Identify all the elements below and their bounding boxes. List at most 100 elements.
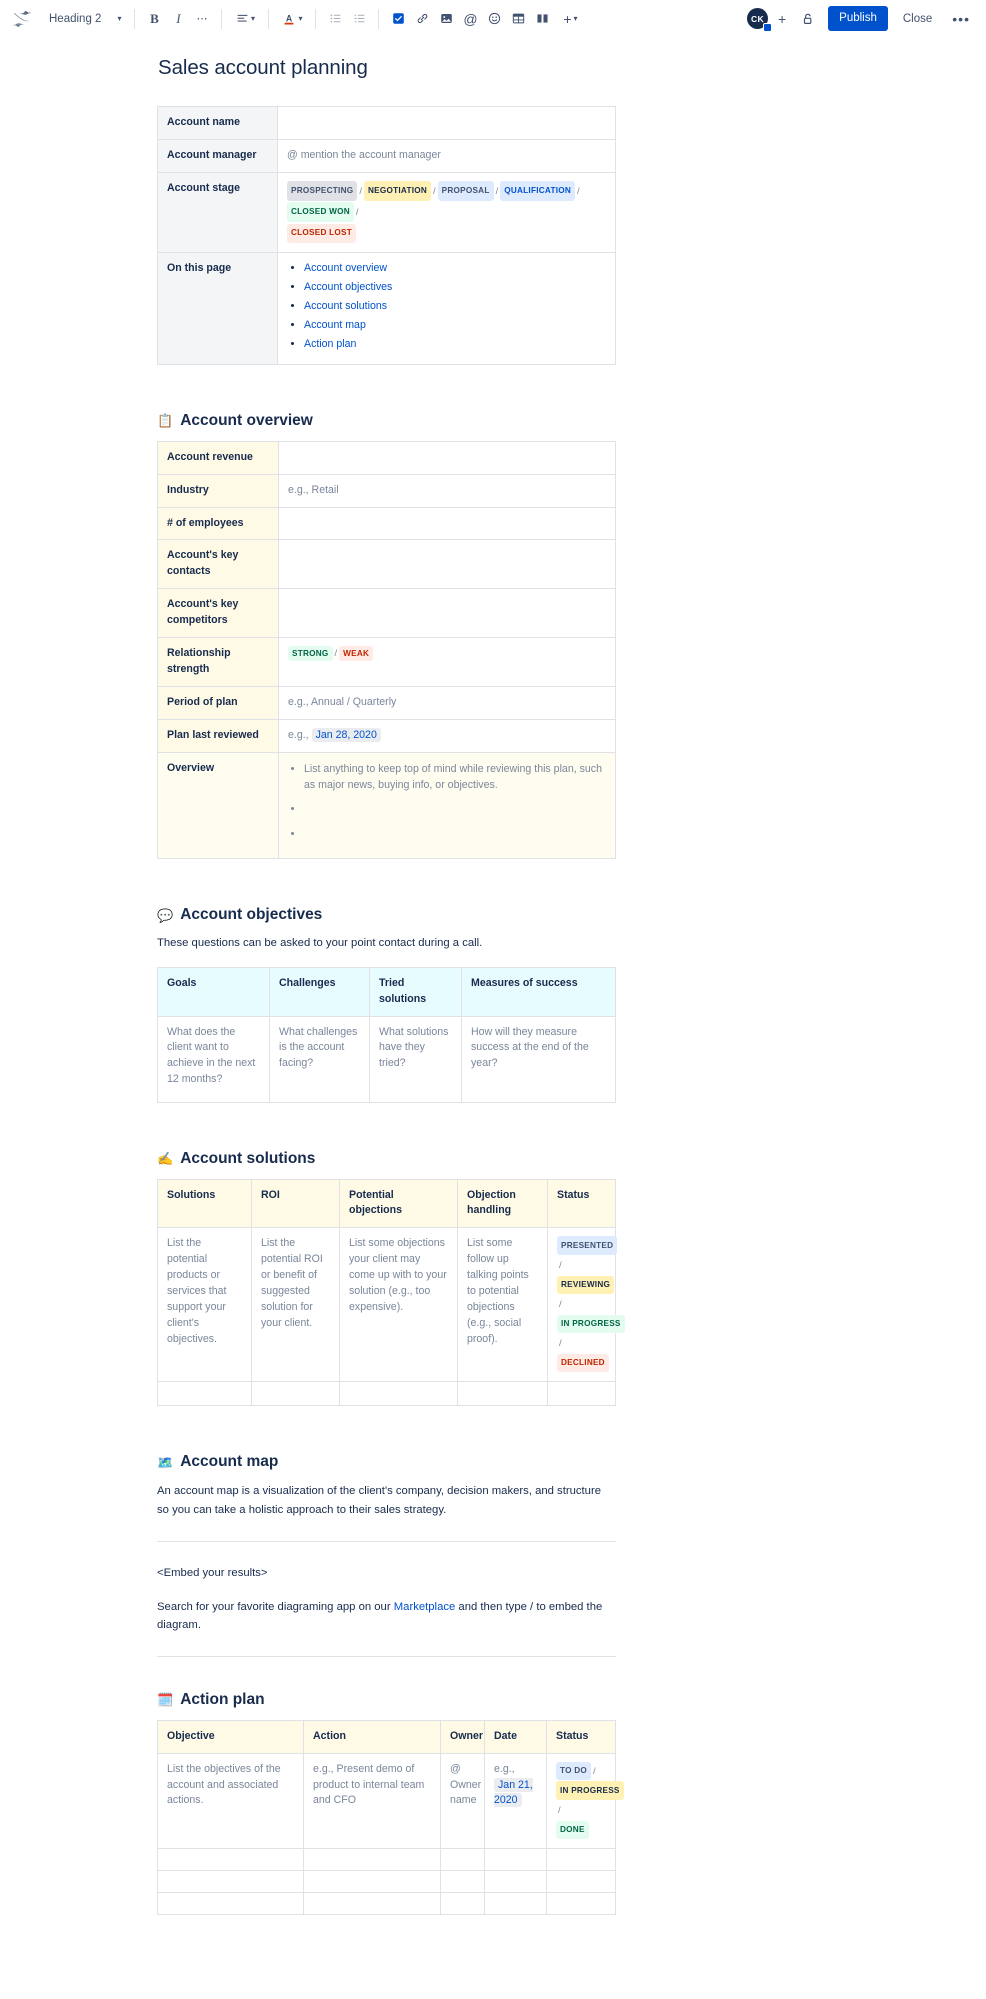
stage-lozenge[interactable]: CLOSED LOST	[287, 223, 356, 244]
status-lozenge[interactable]: TO DO	[556, 1761, 592, 1780]
stage-lozenge[interactable]: NEGOTIATION	[364, 181, 431, 201]
toc-link-action-plan[interactable]: Action plan	[304, 338, 356, 350]
plan-last-reviewed-cell[interactable]: e.g., Jan 28, 2020	[278, 718, 616, 753]
stage-lozenge[interactable]: QUALIFICATION	[500, 181, 576, 201]
close-button[interactable]: Close	[896, 8, 939, 30]
cell-owner-empty[interactable]	[440, 1870, 485, 1894]
status-lozenge[interactable]: DECLINED	[557, 1353, 609, 1373]
cell-status[interactable]: TO DO / IN PROGRESS/ DONE	[546, 1752, 624, 1850]
row-value[interactable]	[278, 588, 616, 639]
row-value[interactable]	[278, 506, 616, 541]
task-list-button[interactable]	[386, 7, 410, 31]
italic-button[interactable]: I	[166, 7, 190, 31]
cell-action-empty[interactable]	[303, 1870, 441, 1894]
cell-objection-handling-empty[interactable]	[457, 1381, 548, 1407]
emoji-button[interactable]	[482, 7, 506, 31]
row-value[interactable]	[278, 440, 616, 475]
relationship-lozenge[interactable]: WEAK	[339, 646, 374, 662]
status-lozenge[interactable]: IN PROGRESS	[556, 1781, 624, 1800]
cell-owner-empty[interactable]	[440, 1848, 485, 1872]
bold-button[interactable]: B	[142, 7, 166, 31]
cell-date-empty[interactable]	[484, 1870, 547, 1894]
cell-potential-objections-empty[interactable]	[339, 1381, 458, 1407]
cell-action-empty[interactable]	[303, 1848, 441, 1872]
text-align-button[interactable]: ▾	[229, 7, 261, 31]
cell-challenges[interactable]: What challenges is the account facing?	[269, 1015, 370, 1103]
toc-link-account-overview[interactable]: Account overview	[304, 262, 387, 274]
text-style-select[interactable]: Heading 2 ▾	[41, 9, 127, 29]
cell-action-empty[interactable]	[303, 1892, 441, 1916]
toc-link-account-objectives[interactable]: Account objectives	[304, 281, 392, 293]
cell-goals[interactable]: What does the client want to achieve in …	[157, 1015, 270, 1103]
overview-cell[interactable]: List anything to keep top of mind while …	[278, 751, 616, 860]
slash-separator: /	[355, 206, 359, 218]
cell-measures-of-success[interactable]: How will they measure success at the end…	[461, 1015, 616, 1103]
cell-solutions[interactable]: List the potential products or services …	[157, 1227, 252, 1383]
add-people-button[interactable]: +	[776, 12, 788, 26]
status-lozenge[interactable]: REVIEWING	[557, 1275, 615, 1294]
cell-potential-objections[interactable]: List some objections your client may com…	[339, 1227, 458, 1383]
row-value[interactable]: e.g., Annual / Quarterly	[278, 685, 616, 720]
summary-table: Account name Account manager @ mention t…	[157, 106, 616, 365]
cell-status-empty[interactable]	[546, 1870, 616, 1894]
stage-lozenge[interactable]: CLOSED WON	[287, 202, 354, 222]
chevron-down-icon: ▾	[573, 13, 578, 23]
embed-placeholder[interactable]: <Embed your results>	[157, 1564, 616, 1582]
row-value[interactable]: e.g., Retail	[278, 473, 616, 508]
account-stage-cell[interactable]: PROSPECTING / NEGOTIATION / PROPOSAL / QUALIFI…	[277, 171, 616, 254]
list-item[interactable]	[304, 801, 606, 817]
date-chip[interactable]: Jan 21, 2020	[494, 1777, 533, 1808]
image-button[interactable]	[434, 7, 458, 31]
publish-button[interactable]: Publish	[828, 6, 888, 31]
confluence-logo-icon[interactable]	[9, 6, 35, 32]
cell-solutions-empty[interactable]	[157, 1381, 252, 1407]
row-value[interactable]	[278, 539, 616, 590]
cell-roi-empty[interactable]	[251, 1381, 340, 1407]
relationship-lozenge[interactable]: STRONG	[288, 646, 333, 662]
cell-objective[interactable]: List the objectives of the account and a…	[157, 1752, 304, 1850]
cell-objective-empty[interactable]	[157, 1870, 304, 1894]
cell-date-empty[interactable]	[484, 1892, 547, 1916]
stage-lozenge[interactable]: PROSPECTING	[287, 181, 358, 201]
stage-lozenge[interactable]: PROPOSAL	[437, 181, 494, 201]
more-formatting-button[interactable]: ⋯	[190, 7, 214, 31]
text-color-button[interactable]: A ▾	[276, 7, 308, 31]
cell-status-empty[interactable]	[547, 1381, 616, 1407]
cell-status-empty[interactable]	[546, 1892, 616, 1916]
toc-link-account-solutions[interactable]: Account solutions	[304, 300, 387, 312]
link-button[interactable]	[410, 7, 434, 31]
row-value[interactable]: @ mention the account manager	[277, 138, 616, 173]
status-lozenge[interactable]: IN PROGRESS	[557, 1314, 625, 1333]
page-title[interactable]: Sales account planning	[157, 56, 757, 80]
cell-status-empty[interactable]	[546, 1848, 616, 1872]
cell-objective-empty[interactable]	[157, 1848, 304, 1872]
cell-objection-handling[interactable]: List some follow up talking points to po…	[457, 1227, 548, 1383]
date-chip[interactable]: Jan 28, 2020	[311, 727, 381, 742]
cell-status[interactable]: PRESENTED / REVIEWING / IN PROGRESS / DECLI…	[547, 1227, 625, 1383]
cell-roi[interactable]: List the potential ROI or benefit of sug…	[251, 1227, 340, 1383]
insert-more-button[interactable]: + ▾	[554, 7, 586, 31]
list-item[interactable]	[304, 826, 606, 842]
status-lozenge[interactable]: DONE	[556, 1820, 589, 1839]
unlock-icon[interactable]	[796, 7, 820, 31]
cell-tried-solutions[interactable]: What solutions have they tried?	[369, 1015, 462, 1103]
cell-date[interactable]: e.g., Jan 21, 2020	[484, 1752, 547, 1850]
cell-owner[interactable]: @ Owner name	[440, 1752, 485, 1850]
table-button[interactable]	[506, 7, 530, 31]
status-lozenge[interactable]: PRESENTED	[557, 1236, 618, 1255]
relationship-strength-cell[interactable]: STRONG / WEAK	[278, 637, 616, 687]
cell-owner-empty[interactable]	[440, 1892, 485, 1916]
cell-objective-empty[interactable]	[157, 1892, 304, 1916]
more-options-button[interactable]: •••	[947, 11, 975, 27]
toc-link-account-map[interactable]: Account map	[304, 319, 366, 331]
numbered-list-button[interactable]	[347, 7, 371, 31]
bullet-list-button[interactable]	[323, 7, 347, 31]
list-item[interactable]: List anything to keep top of mind while …	[304, 761, 606, 794]
row-value[interactable]	[277, 106, 616, 140]
mention-button[interactable]: @	[458, 7, 482, 31]
cell-date-empty[interactable]	[484, 1848, 547, 1872]
avatar[interactable]: CK	[746, 8, 772, 32]
layout-button[interactable]	[530, 7, 554, 31]
cell-action[interactable]: e.g., Present demo of product to interna…	[303, 1752, 441, 1850]
marketplace-link[interactable]: Marketplace	[394, 1601, 456, 1613]
